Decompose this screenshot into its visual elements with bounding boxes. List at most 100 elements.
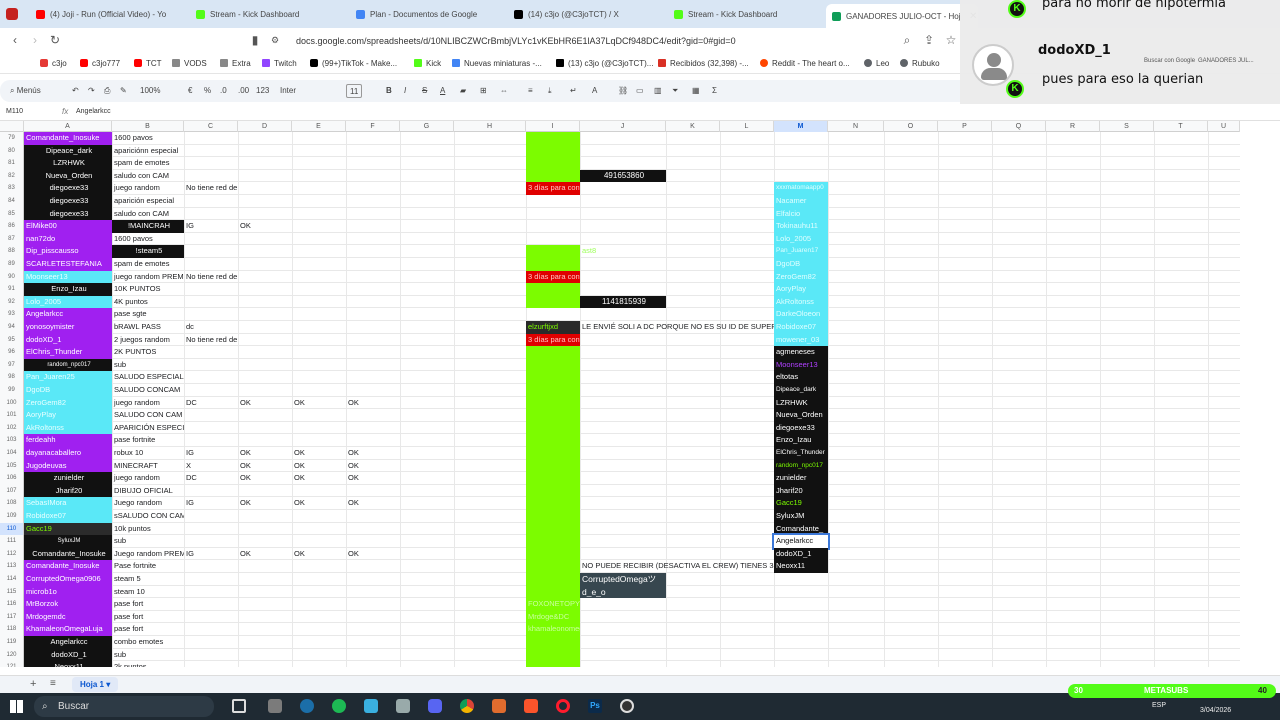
cell-i[interactable]: [526, 258, 580, 271]
windows-start-icon[interactable]: [10, 700, 23, 713]
link-icon[interactable]: ⛓: [618, 84, 628, 98]
column-header-c[interactable]: C: [184, 121, 238, 132]
select-all-corner[interactable]: [0, 121, 24, 132]
row-number[interactable]: 88: [0, 245, 24, 258]
forward-icon[interactable]: ›: [28, 33, 42, 47]
tab-google-docs[interactable]: Plan - Documentos de Google: [350, 4, 500, 24]
cell-b[interactable]: combo emotes: [112, 636, 184, 649]
cell-i[interactable]: 3 días para contactarse 28/03: [526, 270, 580, 284]
cell-m[interactable]: Jharif20: [774, 484, 828, 498]
row-number[interactable]: 113: [0, 560, 24, 573]
row-number[interactable]: 98: [0, 371, 24, 384]
cell-a[interactable]: Pan_Juaren25: [24, 371, 112, 384]
brave-icon[interactable]: [524, 699, 538, 713]
cell-c[interactable]: No tiene red de contacto: [184, 334, 238, 347]
cell-b[interactable]: SALUDO CONCAM: [112, 384, 184, 397]
row-number[interactable]: 112: [0, 547, 24, 561]
row-number[interactable]: 95: [0, 333, 24, 347]
row-number[interactable]: 91: [0, 283, 24, 296]
row-number[interactable]: 116: [0, 598, 24, 611]
cell-i[interactable]: [526, 459, 580, 473]
cell-i[interactable]: [526, 157, 580, 170]
cell-i[interactable]: [526, 245, 580, 258]
cell-e[interactable]: OK: [292, 472, 346, 485]
cell-a[interactable]: SCARLETESTEFANIA: [24, 258, 112, 271]
zoom-icon[interactable]: ⌕: [900, 33, 914, 47]
app-icon[interactable]: [492, 699, 506, 713]
functions-icon[interactable]: Σ: [712, 84, 717, 98]
column-header-q[interactable]: Q: [992, 121, 1046, 132]
cell-a[interactable]: SyluxJM: [24, 535, 112, 548]
cell-a[interactable]: Angelarkcc: [24, 636, 112, 649]
row-number[interactable]: 120: [0, 648, 24, 662]
column-header-t[interactable]: T: [1154, 121, 1208, 132]
row-number[interactable]: 94: [0, 321, 24, 334]
cell-j[interactable]: CorruptedOmegaツ: [580, 573, 666, 586]
bookmark-x[interactable]: (13) c3jo (@C3joTCT)...: [556, 56, 653, 70]
row-number[interactable]: 118: [0, 623, 24, 636]
cell-b[interactable]: sub: [112, 535, 184, 548]
cell-b[interactable]: saludo con CAM: [112, 208, 184, 221]
cell-a[interactable]: Lolo_2005: [24, 295, 112, 309]
cell-c[interactable]: DC: [184, 397, 238, 410]
cell-a[interactable]: Comandante_Inosuke: [24, 547, 112, 561]
cell-a[interactable]: Comandante_Inosuke: [24, 132, 112, 145]
cell-c[interactable]: No tiene red de contacto: [184, 182, 238, 195]
cell-f[interactable]: OK: [346, 548, 400, 561]
cell-a[interactable]: Gacc19: [24, 522, 112, 536]
merge-icon[interactable]: ⇔: [500, 84, 508, 98]
spreadsheet-grid[interactable]: 79 Comandante_Inosuke 1600 pavos 80 Dipeace_…: [0, 132, 1240, 667]
cell-e[interactable]: OK: [292, 548, 346, 561]
cell-c[interactable]: dc: [184, 321, 238, 334]
cell-a[interactable]: dodoXD_1: [24, 333, 112, 347]
cell-a[interactable]: Angelarkcc: [24, 308, 112, 321]
cell-a[interactable]: Neoxx11: [24, 661, 112, 667]
cell-m[interactable]: Moonseer13: [774, 358, 828, 372]
cell-m[interactable]: Neoxx11: [774, 560, 828, 573]
cell-b[interactable]: 1600 pavos: [112, 233, 184, 246]
chart-icon[interactable]: ▥: [654, 84, 662, 98]
cell-b[interactable]: SALUDO ESPECIAL: [112, 371, 184, 384]
cell-b[interactable]: APARICIÓN ESPECIAL: [112, 422, 184, 435]
cell-i[interactable]: [526, 648, 580, 662]
font-select[interactable]: Inter: [280, 84, 296, 98]
bookmark-extra[interactable]: Extra: [220, 56, 251, 70]
cell-d[interactable]: OK: [238, 447, 292, 460]
cell-m[interactable]: ElChris_Thunder: [774, 447, 828, 460]
row-number[interactable]: 121: [0, 661, 24, 667]
bookmark-leo[interactable]: Leo: [864, 56, 889, 70]
bookmark-tiktok[interactable]: (99+)TikTok - Make...: [310, 56, 397, 70]
cell-a[interactable]: microb1o: [24, 585, 112, 599]
bookmark-tct[interactable]: TCT: [134, 56, 162, 70]
cell-i[interactable]: [526, 472, 580, 485]
cell-i[interactable]: [526, 573, 580, 586]
cell-b[interactable]: pase sgte: [112, 308, 184, 321]
cell-b[interactable]: 10k puntos: [112, 523, 184, 536]
cell-m[interactable]: xxxmatomaapp0: [774, 182, 828, 195]
cell-f[interactable]: OK: [346, 447, 400, 460]
tab-ganadores[interactable]: GANADORES JULIO-OCT - Hoj✕: [826, 4, 978, 28]
cell-i[interactable]: [526, 346, 580, 359]
reload-icon[interactable]: ↻: [48, 33, 62, 47]
row-number[interactable]: 90: [0, 270, 24, 284]
tray-date[interactable]: 3/04/2026: [1200, 707, 1231, 714]
cell-c[interactable]: IG: [184, 497, 238, 510]
tray-language[interactable]: ESP: [1152, 702, 1166, 709]
cell-b[interactable]: 10K PUNTOS: [112, 283, 184, 296]
photoshop-icon[interactable]: Ps: [588, 699, 602, 713]
row-number[interactable]: 107: [0, 484, 24, 498]
cell-b[interactable]: SALUDO CON CAM X2: [112, 409, 184, 422]
cell-m[interactable]: random_npc017: [774, 459, 828, 473]
row-number[interactable]: 105: [0, 459, 24, 473]
all-sheets-icon[interactable]: ≡: [50, 678, 56, 689]
cell-m[interactable]: Tokinauhu11: [774, 220, 828, 233]
column-header-e[interactable]: E: [292, 121, 346, 132]
row-number[interactable]: 100: [0, 396, 24, 410]
tab-search-icon[interactable]: [6, 8, 18, 20]
cell-b[interactable]: spam de emotes: [112, 258, 184, 271]
row-number[interactable]: 101: [0, 409, 24, 422]
row-number[interactable]: 82: [0, 169, 24, 183]
column-header-h[interactable]: H: [454, 121, 526, 132]
cell-a[interactable]: ferdeahh: [24, 434, 112, 447]
zoom-select[interactable]: 100%: [140, 84, 160, 98]
